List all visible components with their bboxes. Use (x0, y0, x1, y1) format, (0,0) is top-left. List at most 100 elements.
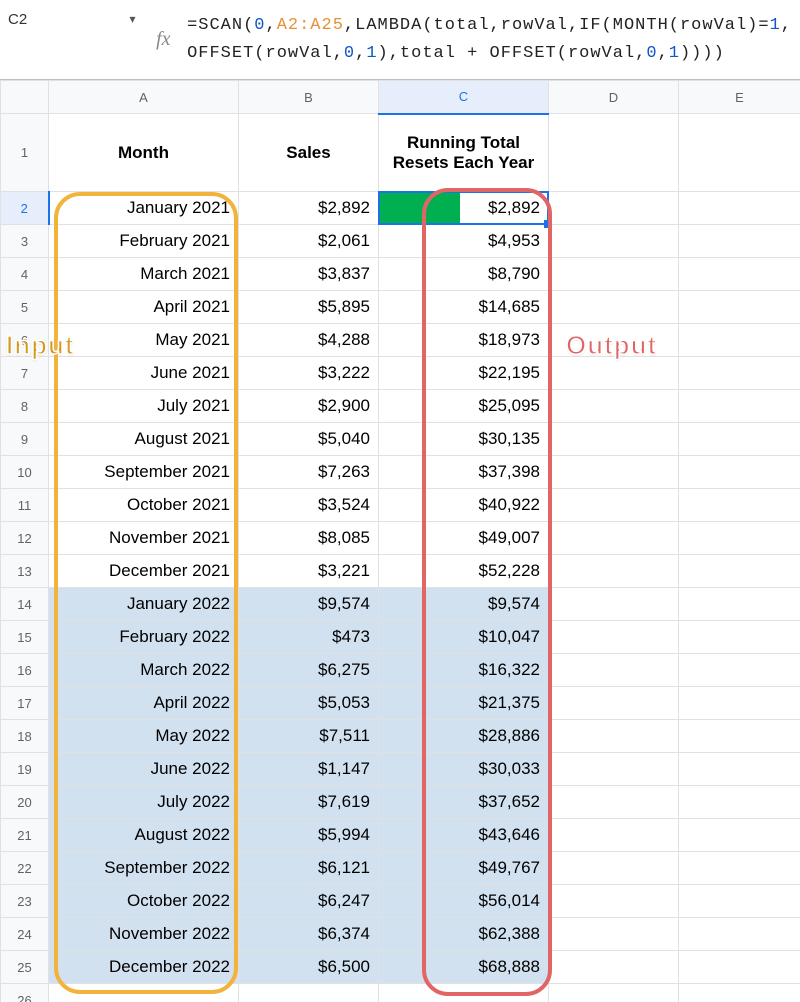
cell-B19[interactable]: $1,147 (239, 753, 379, 786)
cell-E13[interactable] (679, 555, 800, 588)
cell-C26[interactable] (379, 984, 549, 1002)
cell-C21[interactable]: $43,646 (379, 819, 549, 852)
row-header-8[interactable]: 8 (1, 390, 49, 423)
cell-E3[interactable] (679, 225, 800, 258)
cell-A13[interactable]: December 2021 (49, 555, 239, 588)
cell-D3[interactable] (549, 225, 679, 258)
cell-A17[interactable]: April 2022 (49, 687, 239, 720)
row-header-26[interactable]: 26 (1, 984, 49, 1002)
cell-B23[interactable]: $6,247 (239, 885, 379, 918)
cell-A22[interactable]: September 2022 (49, 852, 239, 885)
cell-D12[interactable] (549, 522, 679, 555)
row-header-22[interactable]: 22 (1, 852, 49, 885)
cell-D6[interactable] (549, 324, 679, 357)
cell-C7[interactable]: $22,195 (379, 357, 549, 390)
cell-B26[interactable] (239, 984, 379, 1002)
cell-D20[interactable] (549, 786, 679, 819)
cell-A7[interactable]: June 2021 (49, 357, 239, 390)
cell-B9[interactable]: $5,040 (239, 423, 379, 456)
row-header-19[interactable]: 19 (1, 753, 49, 786)
row-header-7[interactable]: 7 (1, 357, 49, 390)
cell-D26[interactable] (549, 984, 679, 1002)
cell-B25[interactable]: $6,500 (239, 951, 379, 984)
row-header-1[interactable]: 1 (1, 114, 49, 192)
cell-C18[interactable]: $28,886 (379, 720, 549, 753)
cell-B22[interactable]: $6,121 (239, 852, 379, 885)
cell-E18[interactable] (679, 720, 800, 753)
cell-B3[interactable]: $2,061 (239, 225, 379, 258)
cell-A24[interactable]: November 2022 (49, 918, 239, 951)
row-header-10[interactable]: 10 (1, 456, 49, 489)
cell-D22[interactable] (549, 852, 679, 885)
row-header-17[interactable]: 17 (1, 687, 49, 720)
cell-E4[interactable] (679, 258, 800, 291)
row-header-9[interactable]: 9 (1, 423, 49, 456)
cell-C5[interactable]: $14,685 (379, 291, 549, 324)
formula-bar[interactable]: =SCAN(0,A2:A25,LAMBDA(total,rowVal,IF(MO… (183, 0, 800, 79)
row-header-24[interactable]: 24 (1, 918, 49, 951)
column-header-D[interactable]: D (549, 81, 679, 114)
cell-A11[interactable]: October 2021 (49, 489, 239, 522)
cell-D14[interactable] (549, 588, 679, 621)
row-header-16[interactable]: 16 (1, 654, 49, 687)
row-header-21[interactable]: 21 (1, 819, 49, 852)
cell-A23[interactable]: October 2022 (49, 885, 239, 918)
cell-D10[interactable] (549, 456, 679, 489)
cell-A10[interactable]: September 2021 (49, 456, 239, 489)
name-box[interactable]: C2 ▾ (8, 6, 136, 32)
cell-C16[interactable]: $16,322 (379, 654, 549, 687)
cell-C11[interactable]: $40,922 (379, 489, 549, 522)
cell-C9[interactable]: $30,135 (379, 423, 549, 456)
cell-D2[interactable] (549, 192, 679, 225)
cell-B5[interactable]: $5,895 (239, 291, 379, 324)
cell-C3[interactable]: $4,953 (379, 225, 549, 258)
cell-C25[interactable]: $68,888 (379, 951, 549, 984)
cell-C13[interactable]: $52,228 (379, 555, 549, 588)
cell-A19[interactable]: June 2022 (49, 753, 239, 786)
cell-B16[interactable]: $6,275 (239, 654, 379, 687)
cell-A6[interactable]: May 2021 (49, 324, 239, 357)
cell-D4[interactable] (549, 258, 679, 291)
cell-B18[interactable]: $7,511 (239, 720, 379, 753)
cell-A1[interactable]: Month (49, 114, 239, 192)
cell-B17[interactable]: $5,053 (239, 687, 379, 720)
fill-handle[interactable] (544, 220, 552, 228)
row-header-12[interactable]: 12 (1, 522, 49, 555)
cell-B13[interactable]: $3,221 (239, 555, 379, 588)
row-header-13[interactable]: 13 (1, 555, 49, 588)
cell-C17[interactable]: $21,375 (379, 687, 549, 720)
cell-D15[interactable] (549, 621, 679, 654)
cell-C23[interactable]: $56,014 (379, 885, 549, 918)
cell-C6[interactable]: $18,973 (379, 324, 549, 357)
cell-A4[interactable]: March 2021 (49, 258, 239, 291)
cell-C12[interactable]: $49,007 (379, 522, 549, 555)
row-header-11[interactable]: 11 (1, 489, 49, 522)
cell-A16[interactable]: March 2022 (49, 654, 239, 687)
cell-D7[interactable] (549, 357, 679, 390)
column-header-C[interactable]: C (379, 81, 549, 114)
row-header-6[interactable]: 6 (1, 324, 49, 357)
cell-C2[interactable]: $2,892 (379, 192, 549, 225)
row-header-18[interactable]: 18 (1, 720, 49, 753)
cell-D24[interactable] (549, 918, 679, 951)
cell-B6[interactable]: $4,288 (239, 324, 379, 357)
cell-A25[interactable]: December 2022 (49, 951, 239, 984)
cell-E24[interactable] (679, 918, 800, 951)
cell-E16[interactable] (679, 654, 800, 687)
cell-D16[interactable] (549, 654, 679, 687)
cell-E26[interactable] (679, 984, 800, 1002)
cell-B1[interactable]: Sales (239, 114, 379, 192)
cell-A5[interactable]: April 2021 (49, 291, 239, 324)
cell-C15[interactable]: $10,047 (379, 621, 549, 654)
cell-D23[interactable] (549, 885, 679, 918)
cell-D11[interactable] (549, 489, 679, 522)
cell-E21[interactable] (679, 819, 800, 852)
cell-E20[interactable] (679, 786, 800, 819)
cell-A18[interactable]: May 2022 (49, 720, 239, 753)
cell-C20[interactable]: $37,652 (379, 786, 549, 819)
cell-C1[interactable]: Running Total Resets Each Year (379, 114, 549, 192)
cell-C8[interactable]: $25,095 (379, 390, 549, 423)
cell-E12[interactable] (679, 522, 800, 555)
name-box-dropdown-icon[interactable]: ▾ (130, 12, 136, 26)
cell-A26[interactable] (49, 984, 239, 1002)
